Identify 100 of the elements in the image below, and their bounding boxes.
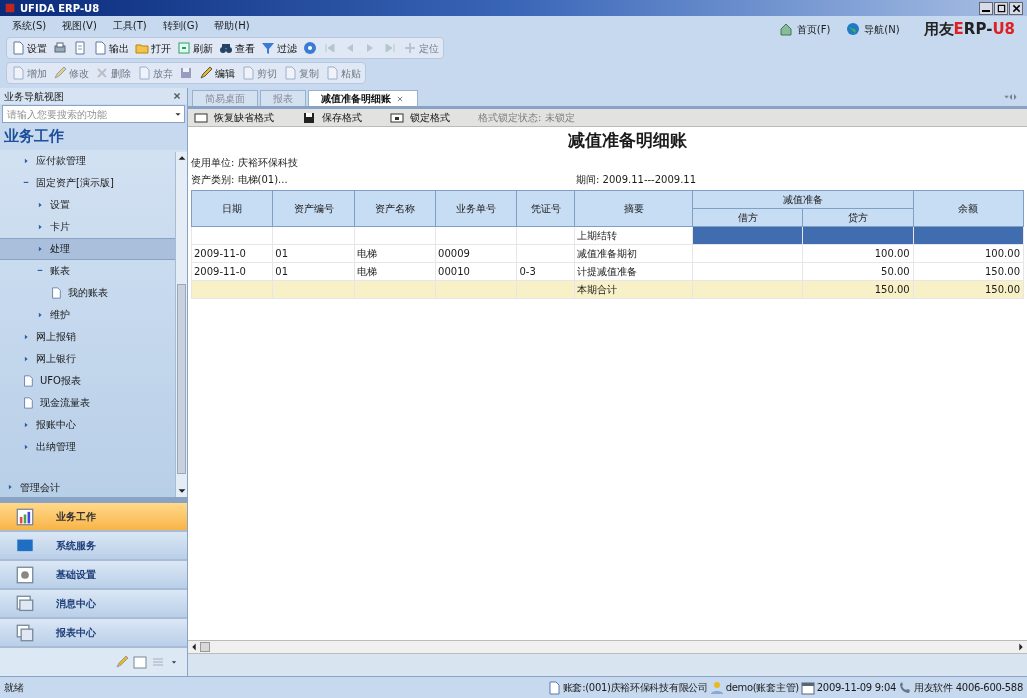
tree-item[interactable]: 报账中心: [0, 413, 175, 436]
column-header: 日期: [191, 190, 273, 226]
gear-icon: [16, 565, 34, 584]
column-header: 业务单号: [435, 190, 517, 226]
table-cell: 上期结转: [574, 226, 693, 244]
floppy-icon: [179, 66, 193, 80]
tree-item[interactable]: 管理会计: [0, 477, 175, 497]
toolbar-button[interactable]: 查看: [219, 40, 255, 56]
tree-item[interactable]: 账表: [0, 259, 175, 282]
close-icon: [1010, 2, 1022, 14]
locate-icon: [403, 41, 417, 55]
table-cell: 减值准备期初: [574, 244, 693, 262]
keyboard-icon: [194, 110, 208, 125]
toolbar-button[interactable]: 锁定格式: [384, 110, 456, 125]
table-cell: 电梯: [354, 262, 436, 280]
minimize-button[interactable]: [979, 1, 993, 15]
pencil-icon: [53, 66, 67, 80]
table-cell: 01: [272, 262, 355, 280]
document-icon: [137, 66, 151, 80]
tree-item[interactable]: 卡片: [0, 215, 175, 238]
floppy-icon: [302, 110, 316, 125]
search-field[interactable]: 请输入您要搜索的功能: [2, 105, 185, 123]
module-button[interactable]: 报表中心: [0, 619, 187, 648]
document-icon: [11, 66, 25, 80]
table-cell: 2009-11-0: [191, 262, 273, 280]
scroll-thumb[interactable]: [200, 642, 210, 652]
column-header: 减值准备: [692, 190, 914, 208]
window-icon: [16, 594, 34, 613]
collapsed-arrow-icon: [36, 222, 44, 231]
toolbar-button[interactable]: 刷新: [177, 40, 213, 56]
document-icon: [325, 66, 339, 80]
table-cell: 计提减值准备: [574, 262, 693, 280]
panel-title: 业务导航视图: [4, 89, 64, 104]
toolbar-button[interactable]: [303, 41, 317, 55]
menu-item[interactable]: 工具(T): [112, 17, 147, 33]
scroll-thumb[interactable]: [177, 283, 186, 474]
chart-icon: [16, 507, 34, 526]
tree-item[interactable]: 应付款管理: [0, 149, 175, 172]
column-header: 摘要: [574, 190, 693, 226]
help-icon: [303, 41, 317, 55]
page-icon: [73, 41, 87, 55]
tree-item[interactable]: 处理: [0, 237, 175, 260]
pencil-icon: [199, 66, 213, 80]
close-button[interactable]: [1009, 1, 1023, 15]
tree-item[interactable]: 现金流量表: [0, 391, 175, 414]
binoculars-icon: [219, 41, 233, 55]
menu-item[interactable]: 转到(G): [162, 17, 199, 33]
tree-item[interactable]: 出纳管理: [0, 435, 175, 458]
menu-item[interactable]: 视图(V): [62, 17, 97, 33]
tab[interactable]: 减值准备明细账: [308, 90, 418, 106]
collapsed-arrow-icon: [22, 354, 30, 363]
pencil-icon: [115, 655, 129, 669]
module-button[interactable]: 基础设置: [0, 561, 187, 590]
tree-item[interactable]: 固定资产[演示版]: [0, 171, 175, 194]
printer-icon: [53, 41, 67, 55]
table-cell: 00010: [435, 262, 517, 280]
calendar-icon: [800, 680, 815, 695]
scrollbar[interactable]: [175, 151, 187, 497]
toolbar-button[interactable]: [73, 41, 87, 55]
window-title: UFIDA ERP-U8: [20, 1, 100, 16]
module-button[interactable]: 消息中心: [0, 590, 187, 619]
toolbar-button[interactable]: [53, 41, 67, 55]
document-icon: [546, 680, 561, 695]
tree-item[interactable]: 设置: [0, 193, 175, 216]
document-icon: [11, 41, 25, 55]
toolbar-button[interactable]: 输出: [93, 40, 129, 56]
toolbar-button[interactable]: 保存格式: [296, 110, 368, 125]
toolbar-button[interactable]: 过滤: [261, 40, 297, 56]
collapsed-arrow-icon: [22, 442, 30, 451]
table-cell: 电梯: [354, 244, 436, 262]
maximize-button[interactable]: [994, 1, 1008, 15]
collapsed-arrow-icon: [22, 332, 30, 341]
column-header: 余额: [913, 190, 1024, 226]
tree-item[interactable]: 网上报销: [0, 325, 175, 348]
tree-item[interactable]: 维护: [0, 303, 175, 326]
tree-item[interactable]: 网上银行: [0, 347, 175, 370]
tree-item[interactable]: 我的账表: [0, 281, 175, 304]
scrollbar[interactable]: [188, 640, 1027, 654]
toolbar-button[interactable]: 恢复缺省格式: [188, 110, 280, 125]
table-cell: 2009-11-0: [191, 244, 273, 262]
status-text: 就绪: [4, 681, 24, 695]
document-icon: [22, 396, 34, 409]
close-icon: [171, 90, 183, 102]
module-button[interactable]: 系统服务: [0, 532, 187, 561]
table-cell: 50.00: [803, 262, 914, 280]
collapsed-arrow-icon: [36, 310, 44, 319]
toolbar-button[interactable]: 编辑: [199, 65, 235, 81]
toolbar-button[interactable]: 打开: [135, 40, 171, 56]
module-button[interactable]: 业务工作: [0, 503, 187, 532]
tree-item[interactable]: UFO报表: [0, 369, 175, 392]
menu-item[interactable]: 系统(S): [12, 17, 47, 33]
top-link[interactable]: 首页(F): [778, 21, 831, 37]
toolbar-button[interactable]: 设置: [11, 40, 47, 56]
collapsed-arrow-icon: [22, 156, 30, 165]
top-link[interactable]: 导航(N): [846, 21, 900, 37]
app-icon: [4, 2, 16, 14]
menu-item[interactable]: 帮助(H): [214, 17, 250, 33]
table-cell: 01: [272, 244, 355, 262]
table-cell: 0-3: [516, 262, 575, 280]
brand-logo: 用友ERP-U8: [923, 18, 1015, 40]
